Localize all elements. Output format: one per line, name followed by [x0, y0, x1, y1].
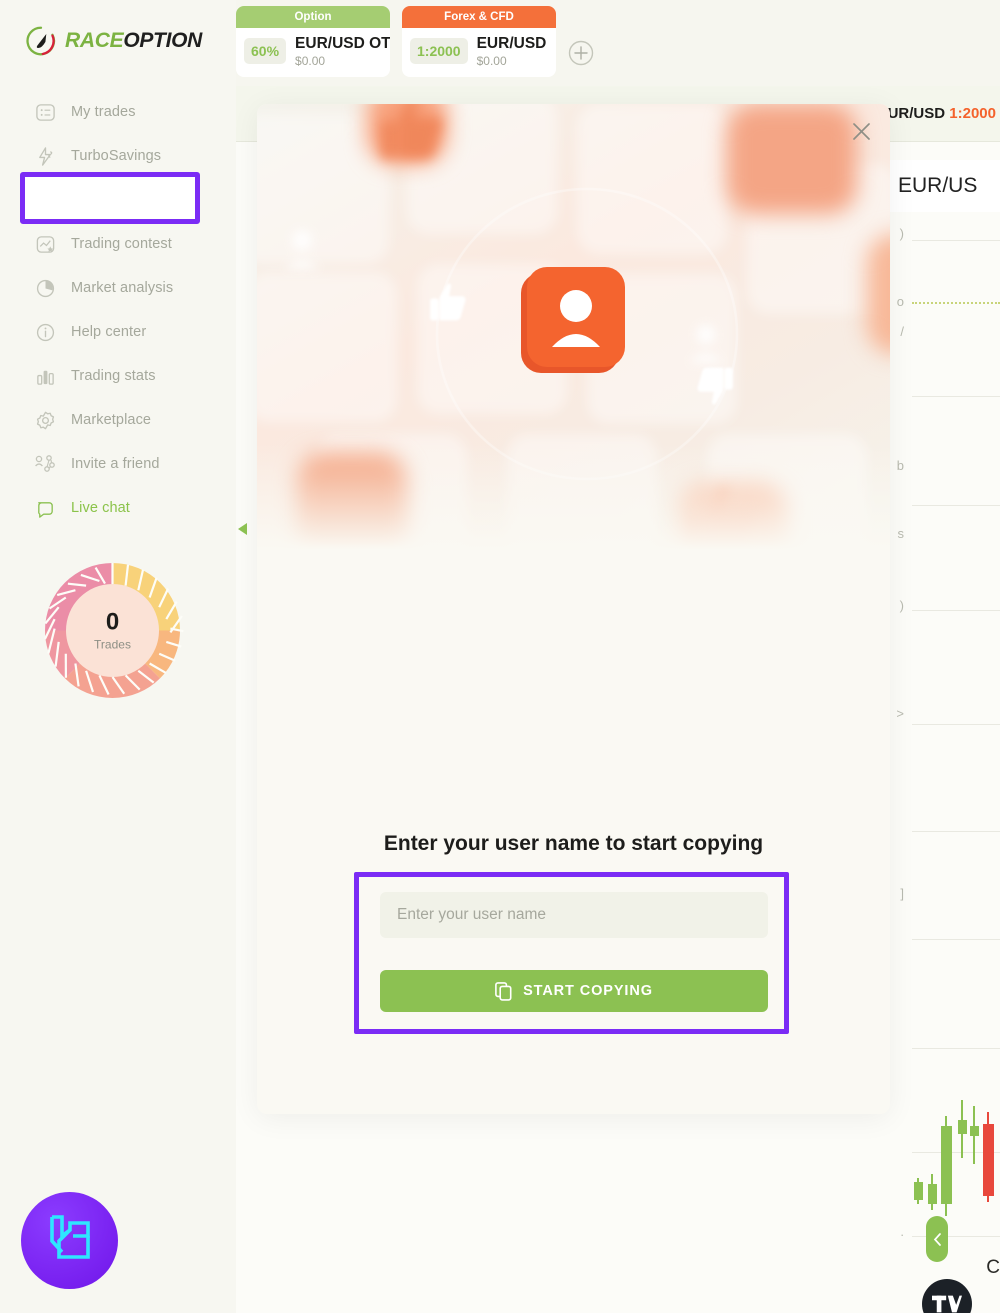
asset-tab-name: EUR/USD OTC [295, 35, 390, 52]
asset-leverage-pill: 1:2000 [410, 38, 468, 65]
sidebar-item-label: TurboSavings [71, 148, 162, 164]
brand-logo-text: RACEOPTION [65, 29, 202, 53]
lc-monogram-icon [49, 1214, 90, 1259]
raceoption-logo-icon [26, 26, 56, 56]
sidebar-nav: My trades TurboSavings Copy trading Trad… [0, 90, 236, 530]
asset-tabs-bar: Option 60% EUR/USD OTC $0.00 Forex & CFD… [236, 0, 594, 86]
avatar-placeholder-icon [284, 230, 320, 269]
gear-icon [33, 408, 57, 432]
thumbs-up-soft-icon [381, 104, 442, 159]
copy-trading-modal: Enter your user name to start copying ST… [257, 104, 890, 1114]
asset-tab-name-2: EUR/USD [476, 35, 547, 52]
sidebar-item-label: Trading stats [71, 368, 156, 384]
corner-glyph: C [986, 1257, 1000, 1278]
lightning-bolt-icon [33, 144, 57, 168]
close-icon [852, 122, 870, 140]
sidebar-item-label: Help center [71, 324, 147, 340]
info-circle-icon [33, 320, 57, 344]
sidebar-item-label: My trades [71, 104, 136, 120]
corner-badge[interactable] [21, 1192, 118, 1289]
modal-hero-image [257, 104, 890, 564]
person-card-3d-icon [520, 267, 625, 373]
sidebar-item-market-analysis[interactable]: Market analysis [0, 266, 236, 310]
bar-chart-icon [33, 364, 57, 388]
users-share-icon [33, 452, 57, 476]
asset-tab-option[interactable]: Option 60% EUR/USD OTC $0.00 [236, 6, 390, 77]
trades-ring-center: 0 Trades [63, 608, 163, 652]
trophy-chart-icon [33, 232, 57, 256]
sidebar-item-live-chat[interactable]: Live chat [0, 486, 236, 530]
sidebar-item-copy-trading[interactable]: Copy trading [0, 178, 236, 222]
pie-chart-icon [33, 276, 57, 300]
chevron-left-icon [933, 1232, 941, 1246]
trades-caption: Trades [94, 637, 131, 651]
sidebar-item-label: Live chat [71, 500, 130, 516]
asset-tab-caption: Option [236, 6, 390, 28]
brand-logo[interactable]: RACEOPTION [26, 26, 202, 56]
sidebar-item-label: Invite a friend [71, 456, 160, 472]
sidebar-item-trading-contest[interactable]: Trading contest [0, 222, 236, 266]
start-copying-label: START COPYING [523, 983, 653, 999]
list-checklist-icon [33, 100, 57, 124]
tradingview-logo-icon [932, 1295, 962, 1313]
sidebar-item-trading-stats[interactable]: Trading stats [0, 354, 236, 398]
sidebar-collapse-handle[interactable] [236, 521, 250, 537]
sidebar-item-my-trades[interactable]: My trades [0, 90, 236, 134]
chart-prev-button[interactable] [926, 1216, 948, 1262]
asset-tab-value: $0.00 [295, 53, 326, 68]
trades-ring-widget: 0 Trades [40, 558, 185, 703]
chart-candlesticks [914, 1100, 994, 1216]
asset-tab-caption-2: Forex & CFD [402, 6, 556, 28]
sidebar-item-invite-a-friend[interactable]: Invite a friend [0, 442, 236, 486]
add-asset-tab-button[interactable] [568, 40, 594, 66]
asset-tab-forex-cfd[interactable]: Forex & CFD 1:2000 EUR/USD $0.00 [402, 6, 556, 77]
start-copying-button[interactable]: START COPYING [380, 970, 768, 1012]
sidebar-item-label: Market analysis [71, 280, 174, 296]
sidebar: RACEOPTION My trades TurboSavings Copy t… [0, 0, 236, 1313]
asset-tab-value-2: $0.00 [476, 53, 507, 68]
sidebar-item-label: Copy trading [71, 192, 162, 208]
brand-name-part2: OPTION [123, 29, 203, 52]
asset-payout-pill: 60% [244, 38, 287, 65]
chat-bubble-icon [33, 496, 57, 520]
modal-title: Enter your user name to start copying [383, 832, 764, 855]
sidebar-item-label: Marketplace [71, 412, 152, 428]
modal-close-button[interactable] [844, 114, 878, 148]
copy-icon [495, 981, 512, 1001]
trades-count: 0 [105, 608, 120, 635]
sidebar-item-help-center[interactable]: Help center [0, 310, 236, 354]
brand-name-part1: RACE [65, 29, 124, 52]
sidebar-item-turbosavings[interactable]: TurboSavings [0, 134, 236, 178]
sidebar-item-label: Trading contest [71, 236, 172, 252]
sidebar-item-marketplace[interactable]: Marketplace [0, 398, 236, 442]
user-name-input[interactable] [380, 892, 768, 938]
copy-shapes-icon [33, 188, 57, 212]
